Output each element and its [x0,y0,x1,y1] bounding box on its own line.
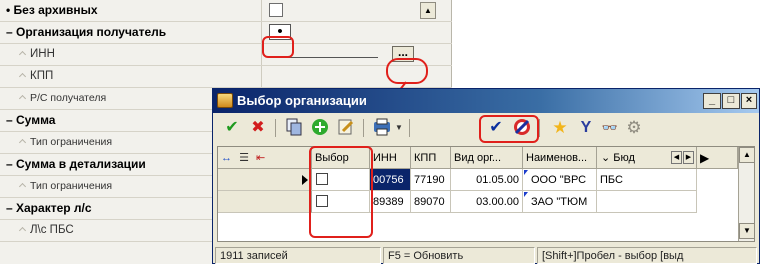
note-marker-icon [524,170,528,175]
filter-icon[interactable]: Y [575,118,597,138]
table-row-1-kpp[interactable]: 77190 [411,169,451,191]
row-indicator[interactable] [218,191,312,213]
search-binoculars-icon[interactable]: 👓 [599,118,621,138]
row-inn[interactable]: ИНН ... [0,44,452,66]
table-row-2-kpp[interactable]: 89070 [411,191,451,213]
column-list-icon[interactable]: ☰ [239,152,249,164]
highlight-select-tools [479,115,539,143]
col-scroll-right-icon[interactable]: ▶ [683,151,694,164]
table-row-2-name[interactable]: ЗАО "ТЮМ [523,191,597,213]
bud-header-caret-icon: ⌄ [601,152,611,164]
dropdown-caret-icon[interactable]: ▼ [395,118,403,138]
edit-icon[interactable] [335,118,357,138]
column-remove-icon[interactable]: ⇤ [256,152,265,164]
select-hint: [Shift+]Пробел - выбор [выд [537,247,757,264]
organizations-table: ↔ ☰ ⇤ Выбор ИНН КПП Вид орг... Наименов.… [217,146,755,242]
table-row-2-inn[interactable]: 89389 [370,191,411,213]
dialog-titlebar[interactable]: Выбор организации _ □ × [213,89,759,113]
table-row-1-bud[interactable]: ПБС [597,169,697,191]
column-header-inn[interactable]: ИНН [370,147,411,169]
archive-checkbox[interactable] [269,3,283,17]
table-row-1-vid[interactable]: 01.05.00 [451,169,523,191]
toolbar-separator [539,119,540,137]
settings-gear-icon[interactable]: ⚙ [623,118,645,138]
cancel-button[interactable]: ✖ [247,118,269,138]
row-bez-arkhivnykh[interactable]: • Без архивных ▲ [0,0,452,22]
add-icon[interactable] [309,118,331,138]
row-indicator[interactable] [218,169,312,191]
minimize-button[interactable]: _ [703,93,721,109]
highlight-radio [262,36,294,58]
toolbar-separator [409,119,410,137]
row-label: • Без архивных [0,0,262,21]
row-value: ▲ [264,0,452,21]
toolbar-separator [363,119,364,137]
highlight-select-column [309,146,373,238]
col-scroll-left-icon[interactable]: ◀ [671,151,682,164]
column-header-bud[interactable]: ⌄ Бюд ◀ ▶ [597,147,697,169]
row-org-recipient[interactable]: – Организация получатель • [0,22,452,44]
dialog-title: Выбор организации [237,93,367,108]
refresh-hint: F5 = Обновить [383,247,535,264]
ok-button[interactable]: ✔ [221,118,243,138]
maximize-button[interactable]: □ [722,93,740,109]
table-row-2-vid[interactable]: 03.00.00 [451,191,523,213]
column-header-kpp[interactable]: КПП [411,147,451,169]
more-columns-arrow-icon[interactable]: ▶ [697,147,738,169]
scroll-down-icon[interactable]: ▼ [739,223,755,239]
table-row-1-inn[interactable]: 00756 [370,169,411,191]
favorite-star-icon[interactable]: ★ [549,118,571,138]
copy-icon[interactable] [283,118,305,138]
print-icon[interactable] [371,118,393,138]
row-label: ИНН [0,44,262,65]
scroll-up-button[interactable]: ▲ [420,2,436,19]
close-button[interactable]: × [741,93,757,109]
table-row-2-bud[interactable] [597,191,697,213]
row-label: – Организация получатель [0,22,262,43]
column-header-vid-org[interactable]: Вид орг... [451,147,523,169]
toolbar-separator [275,119,276,137]
table-row-1-name[interactable]: ООО "ВРС [523,169,597,191]
column-header-bud-label: Бюд [613,152,635,164]
note-marker-icon [524,192,528,197]
record-count: 1911 записей [215,247,381,264]
table-vscrollbar[interactable]: ▲ ▼ [738,147,755,241]
table-row-2-name-text: ЗАО "ТЮМ [531,196,588,208]
table-corner: ↔ ☰ ⇤ [218,147,312,169]
select-organization-dialog: Выбор организации _ □ × ✔ ✖ ▼ ✔ ★ Y 👓 ⚙ [212,88,760,264]
row-label: КПП [0,66,262,87]
window-folder-icon [217,93,233,108]
column-resize-icon[interactable]: ↔ [221,152,232,164]
table-row-1-name-text: ООО "ВРС [531,174,587,186]
status-bar: 1911 записей F5 = Обновить [Shift+]Пробе… [213,246,759,264]
current-row-arrow-icon [302,175,308,185]
column-header-name[interactable]: Наименов... [523,147,597,169]
scroll-up-icon[interactable]: ▲ [739,147,755,163]
